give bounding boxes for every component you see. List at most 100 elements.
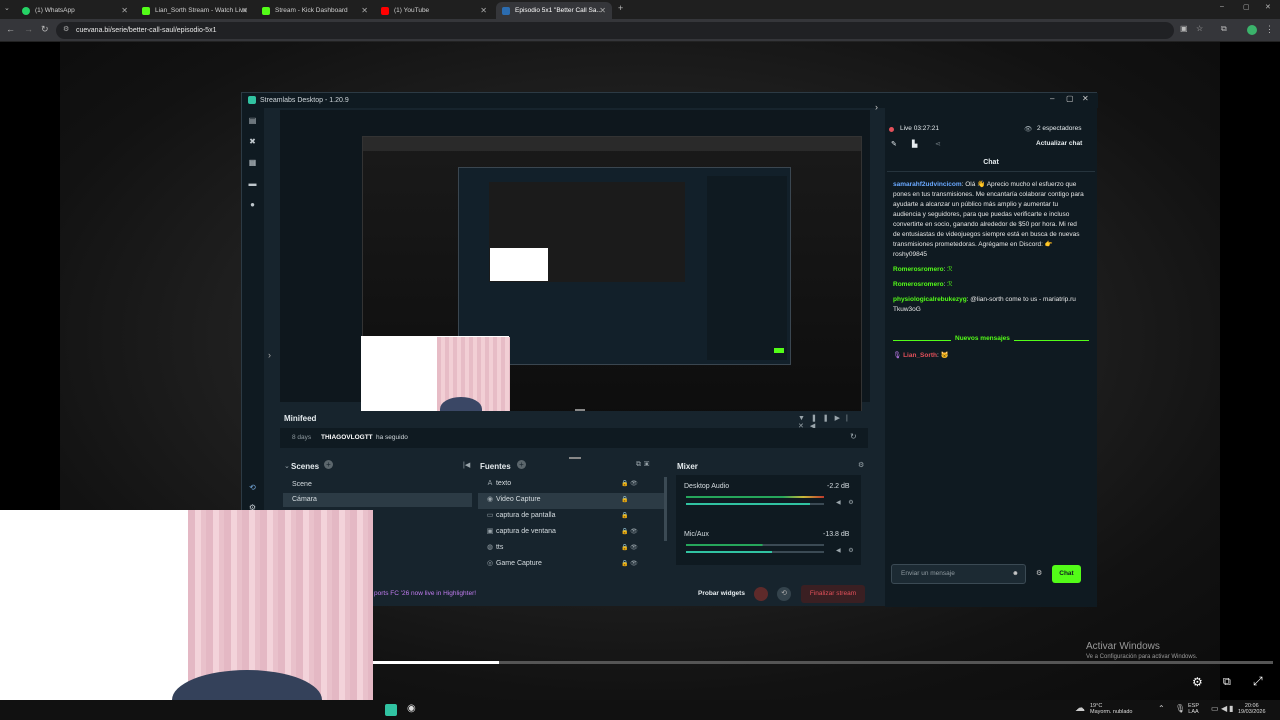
replay-buffer-button[interactable]: ⟲ — [777, 587, 791, 601]
chat-username[interactable]: Romerosromero — [893, 266, 944, 273]
volume-icon[interactable]: ◀ — [1221, 704, 1227, 713]
close-icon[interactable]: ✕ — [241, 6, 248, 15]
add-scene-icon[interactable]: + — [324, 460, 333, 469]
camera-source-selection[interactable] — [361, 336, 510, 421]
reload-button[interactable]: ↻ — [41, 24, 49, 35]
tab-youtube[interactable]: (1) YouTube ✕ — [375, 2, 493, 19]
refresh-chat-button[interactable]: Actualizar chat — [1036, 140, 1082, 147]
maximize-button[interactable]: ▢ — [1243, 3, 1250, 11]
mixer-settings-icon[interactable]: ⚙ — [858, 461, 864, 469]
tab-kick-dashboard[interactable]: Stream - Kick Dashboard ✕ — [256, 2, 374, 19]
chat-username[interactable]: Romerosromero — [893, 281, 944, 288]
scene-item-selected[interactable]: Cámara — [283, 493, 472, 507]
site-info-icon[interactable]: ⚙ — [63, 25, 69, 33]
share-icon[interactable]: ⋖ — [935, 140, 941, 148]
lock-visibility-icons[interactable]: 🔒 👁 — [621, 528, 638, 535]
emoji-icon[interactable]: ☻ — [1012, 565, 1019, 583]
source-item-selected[interactable]: ◉ Video Capture 🔒 — [478, 493, 665, 509]
close-icon[interactable]: ✕ — [361, 6, 368, 15]
source-item[interactable]: ▭ captura de pantalla 🔒 — [478, 509, 665, 525]
clock[interactable]: 20:06 19/03/2026 — [1238, 703, 1266, 715]
themes-icon[interactable]: ✖ — [248, 137, 257, 146]
highlighter-promo[interactable]: ports FC '26 now live in Highlighter! — [374, 590, 476, 597]
volume-slider[interactable] — [686, 503, 824, 505]
extensions-icon[interactable]: ⧉ — [1221, 24, 1227, 34]
alert-box-icon[interactable]: ● — [248, 200, 257, 209]
edit-stream-icon[interactable]: ✎ — [891, 140, 897, 148]
chat-username[interactable]: Lian_Sorth — [903, 352, 937, 359]
replay-icon[interactable]: ↻ — [850, 432, 857, 441]
sources-scrollbar[interactable] — [664, 477, 667, 541]
tray-overflow-icon[interactable]: ⌃ — [1158, 704, 1165, 713]
widget-icon[interactable]: ▬ — [248, 179, 257, 188]
chat-input[interactable]: Enviar un mensaje ☻ — [891, 564, 1026, 584]
studio-mode-icon[interactable]: ⟲ — [248, 483, 257, 492]
chat-send-button[interactable]: Chat — [1052, 565, 1081, 583]
skip-icon[interactable]: ▶| — [835, 415, 854, 422]
minimize-button[interactable]: – — [1050, 94, 1054, 103]
mic-icon[interactable]: 🎙 — [1175, 704, 1185, 713]
record-button[interactable] — [754, 587, 768, 601]
forward-button[interactable]: → — [24, 24, 33, 34]
pause-icon[interactable]: ❚❚ — [811, 415, 835, 422]
chat-username[interactable]: physiologicalrebukezyg — [893, 296, 967, 303]
picture-in-picture-icon[interactable]: ⧉ — [1223, 676, 1231, 689]
test-widgets-button[interactable]: Probar widgets — [698, 590, 745, 597]
source-item[interactable]: ◍ tts 🔒 👁 — [478, 541, 665, 557]
expand-sidebar-icon[interactable]: › — [268, 350, 271, 360]
collapse-icon[interactable]: ⌄ — [284, 462, 290, 470]
end-stream-button[interactable]: Finalizar stream — [801, 585, 865, 603]
tab-whatsapp[interactable]: (1) WhatsApp ✕ — [16, 2, 134, 19]
weather-widget[interactable]: 19°C Mayorm. nublado — [1090, 703, 1133, 715]
menu-icon[interactable]: ⋮ — [1265, 24, 1274, 35]
lock-visibility-icons[interactable]: 🔒 👁 — [621, 480, 638, 487]
channel-controls[interactable]: ◀ ⚙ — [836, 499, 857, 506]
minimize-button[interactable]: – — [1220, 3, 1224, 10]
close-button[interactable]: ✕ — [1082, 94, 1089, 103]
settings-gear-icon[interactable]: ⚙ — [1192, 675, 1203, 689]
lock-icon[interactable]: 🔒 — [621, 512, 628, 519]
video-progress-track[interactable] — [373, 661, 1273, 664]
scene-transitions-icon[interactable]: |◀ — [463, 461, 470, 469]
battery-icon[interactable]: ▮ — [1229, 704, 1233, 713]
scene-item[interactable]: Scene — [283, 478, 472, 492]
volume-slider[interactable] — [686, 551, 824, 553]
close-icon[interactable]: ✕ — [599, 6, 606, 15]
chat-settings-icon[interactable]: ⚙ — [1036, 569, 1042, 577]
tab-search-icon[interactable]: ⌄ — [4, 4, 10, 12]
lock-visibility-icons[interactable]: 🔒 👁 — [621, 560, 638, 567]
fullscreen-icon[interactable]: ⤢ — [1253, 674, 1263, 689]
source-item[interactable]: ▣ captura de ventana 🔒 👁 — [478, 525, 665, 541]
lock-visibility-icons[interactable]: 🔒 👁 — [621, 544, 638, 551]
profile-avatar[interactable] — [1247, 25, 1257, 35]
store-icon[interactable]: ▦ — [248, 158, 257, 167]
maximize-button[interactable]: ▢ — [1066, 94, 1074, 103]
new-tab-button[interactable]: + — [618, 3, 623, 13]
stream-preview[interactable]: › › — [268, 102, 878, 421]
close-icon[interactable]: ✕ — [121, 6, 128, 15]
tab-kick-watch[interactable]: Lian_Sorth Stream - Watch Live ✕ — [136, 2, 254, 19]
install-icon[interactable]: ▣ — [1180, 24, 1188, 33]
source-item[interactable]: ◎ Game Capture 🔒 👁 — [478, 557, 665, 573]
network-icon[interactable]: ▭ — [1211, 704, 1219, 713]
add-source-icon[interactable]: + — [517, 460, 526, 469]
editor-icon[interactable]: ▤ — [248, 116, 257, 125]
language-indicator[interactable]: ESP LAA — [1188, 703, 1199, 715]
collapse-chat-icon[interactable]: › — [875, 102, 878, 112]
close-window-button[interactable]: ✕ — [1265, 3, 1271, 11]
group-icon[interactable]: ⧉ — [636, 461, 644, 468]
streamlabs-taskbar-icon[interactable] — [385, 704, 397, 716]
tab-episodio[interactable]: Episodio 5x1 "Better Call Sa... ✕ — [496, 2, 612, 19]
channel-controls[interactable]: ◀ ⚙ — [836, 547, 857, 554]
chat-username[interactable]: samarahf2udvincicom — [893, 181, 962, 188]
source-item[interactable]: A texto 🔒 👁 — [478, 477, 665, 493]
address-bar[interactable]: ⚙ cuevana.bi/serie/better-call-saul/epis… — [56, 22, 1174, 39]
folder-icon[interactable]: ▣ — [644, 461, 652, 468]
bookmark-star-icon[interactable]: ☆ — [1196, 24, 1203, 33]
back-button[interactable]: ← — [6, 24, 15, 34]
lock-icon[interactable]: 🔒 — [621, 496, 628, 503]
obs-taskbar-icon[interactable]: ◉ — [407, 703, 416, 714]
filter-icon[interactable]: ▼ — [798, 415, 811, 422]
dashboard-icon[interactable]: ▙ — [912, 140, 917, 148]
close-icon[interactable]: ✕ — [480, 6, 487, 15]
